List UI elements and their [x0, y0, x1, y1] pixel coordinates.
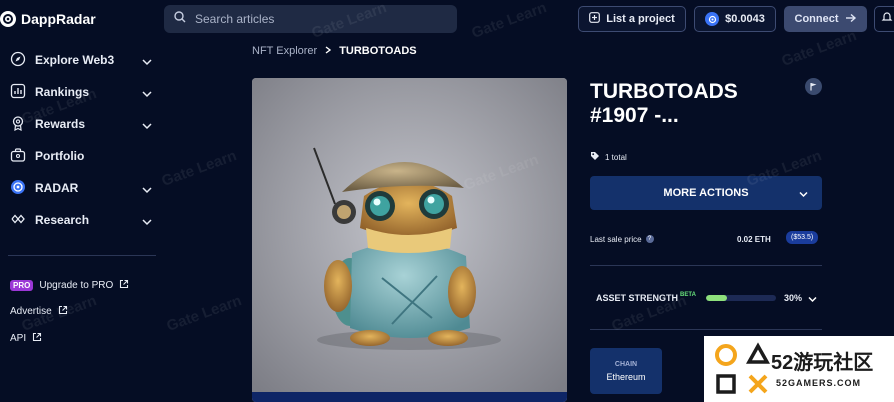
breadcrumb-current: TURBOTOADS [339, 45, 417, 57]
radar-token-icon [705, 12, 720, 26]
radar-icon [10, 179, 26, 198]
more-actions-label: MORE ACTIONS [663, 187, 749, 199]
flag-icon [809, 78, 818, 96]
external-link-icon [119, 279, 129, 292]
last-sale-text: Last sale price [590, 234, 642, 244]
compass-icon [10, 51, 26, 70]
last-sale-eth: 0.02 ETH [737, 234, 771, 244]
chevron-down-icon [142, 87, 152, 101]
breadcrumb-nft-explorer[interactable]: NFT Explorer [252, 45, 317, 57]
chevron-down-icon [142, 55, 152, 69]
chain-value: Ethereum [606, 371, 646, 382]
breadcrumb: NFT Explorer TURBOTOADS [252, 45, 417, 57]
sidebar-item-label: Explore Web3 [35, 53, 115, 67]
list-project-label: List a project [606, 13, 675, 25]
radar-price-pill[interactable]: $0.0043 [694, 6, 776, 32]
bar-chart-icon [10, 83, 26, 102]
plus-square-icon [589, 12, 601, 26]
gamers-logo-subtitle: 52GAMERS.COM [776, 378, 862, 388]
sidebar-item-radar[interactable]: RADAR [0, 172, 160, 204]
chevron-down-icon [799, 189, 808, 201]
chevron-down-icon [142, 183, 152, 197]
radar-price: $0.0043 [725, 13, 765, 25]
nft-title: TURBOTOADS #1907 -... [590, 80, 738, 127]
top-bar: DappRadar List a project $0.0043 Connect [0, 0, 894, 40]
research-icon [10, 211, 26, 230]
sidebar-divider [8, 255, 156, 256]
watermark: Gate Learn [164, 292, 244, 335]
gamers-logo-title: 52游玩社区 [771, 352, 874, 374]
chevron-down-icon [142, 215, 152, 229]
sidebar-item-portfolio[interactable]: Portfolio [0, 140, 160, 172]
tag-icon [590, 151, 600, 163]
list-project-button[interactable]: List a project [578, 6, 686, 32]
last-sale-row: Last sale price ? 0.02 ETH ($53.5) [590, 230, 822, 248]
notifications-button[interactable] [874, 6, 894, 32]
total-supply: 1 total [590, 151, 627, 163]
nft-image[interactable] [252, 78, 567, 402]
connect-label: Connect [794, 13, 839, 25]
report-flag-button[interactable] [805, 78, 822, 95]
brand-name: DappRadar [21, 11, 96, 27]
external-link-icon [32, 332, 42, 345]
nft-image-footer [252, 392, 567, 402]
dappradar-logo-icon [0, 11, 16, 27]
asset-strength-bar [706, 295, 776, 301]
pro-badge: PRO [10, 279, 34, 291]
bell-icon [881, 10, 893, 28]
total-label: 1 total [605, 152, 627, 162]
api-label: API [10, 332, 27, 344]
sidebar: Explore Web3 Rankings Rewards Portfolio … [0, 44, 160, 236]
upgrade-pro-label: Upgrade to PRO [39, 279, 114, 291]
chevron-down-icon [142, 119, 152, 133]
chain-label: CHAIN [614, 360, 638, 368]
briefcase-icon [10, 147, 26, 166]
asset-strength-row[interactable]: ASSET STRENGTH BETA 30% [596, 290, 822, 306]
sidebar-item-research[interactable]: Research [0, 204, 160, 236]
info-divider [590, 265, 822, 266]
sidebar-item-label: RADAR [35, 181, 79, 195]
sidebar-item-explore-web3[interactable]: Explore Web3 [0, 44, 160, 76]
help-icon[interactable]: ? [645, 235, 654, 243]
sidebar-item-label: Portfolio [35, 149, 85, 163]
last-sale-label: Last sale price ? [590, 235, 654, 244]
chevron-down-icon [808, 295, 817, 305]
sidebar-item-label: Research [35, 213, 90, 227]
connect-button[interactable]: Connect [784, 6, 867, 32]
more-actions-button[interactable]: MORE ACTIONS [590, 176, 822, 210]
chevron-right-icon [325, 45, 332, 57]
chain-card: CHAIN Ethereum [590, 348, 662, 394]
upgrade-pro-link[interactable]: PRO Upgrade to PRO [10, 272, 129, 299]
watermark: Gate Learn [159, 147, 239, 190]
gamers-logo-icon [715, 342, 770, 394]
turbotoad-illustration [252, 78, 567, 402]
last-sale-usd: ($53.5) [786, 231, 819, 244]
gamers-watermark-logo: 52游玩社区 52GAMERS.COM [704, 336, 894, 402]
asset-strength-percent: 30% [784, 293, 803, 303]
dappradar-logo[interactable]: DappRadar [0, 8, 96, 30]
arrow-right-icon [845, 13, 857, 26]
asset-strength-bar-fill [706, 295, 727, 301]
search-icon [174, 10, 186, 28]
